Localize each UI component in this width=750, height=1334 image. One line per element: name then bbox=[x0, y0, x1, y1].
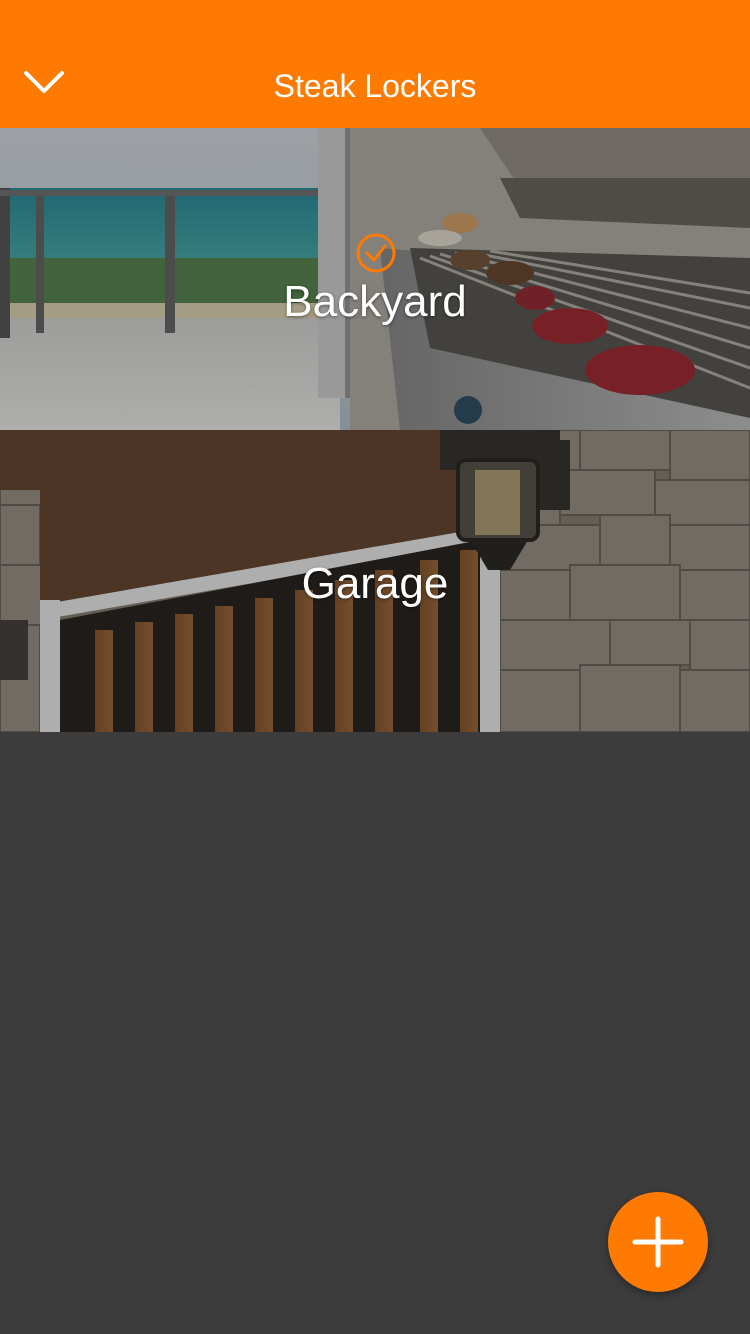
locker-list: Backyard Garage bbox=[0, 128, 750, 732]
checkmark-circle-icon bbox=[356, 233, 396, 273]
page-title: Steak Lockers bbox=[273, 68, 477, 104]
add-locker-button[interactable] bbox=[608, 1192, 708, 1292]
app-screen: Steak Lockers Backyard Garage bbox=[0, 0, 750, 1334]
locker-label: Garage bbox=[301, 559, 449, 608]
locker-card-garage[interactable]: Garage bbox=[0, 430, 750, 732]
plus-icon bbox=[632, 1216, 684, 1268]
locker-label: Backyard bbox=[283, 277, 467, 326]
nav-header: Steak Lockers bbox=[0, 0, 750, 128]
locker-card-backyard[interactable]: Backyard bbox=[0, 128, 750, 430]
